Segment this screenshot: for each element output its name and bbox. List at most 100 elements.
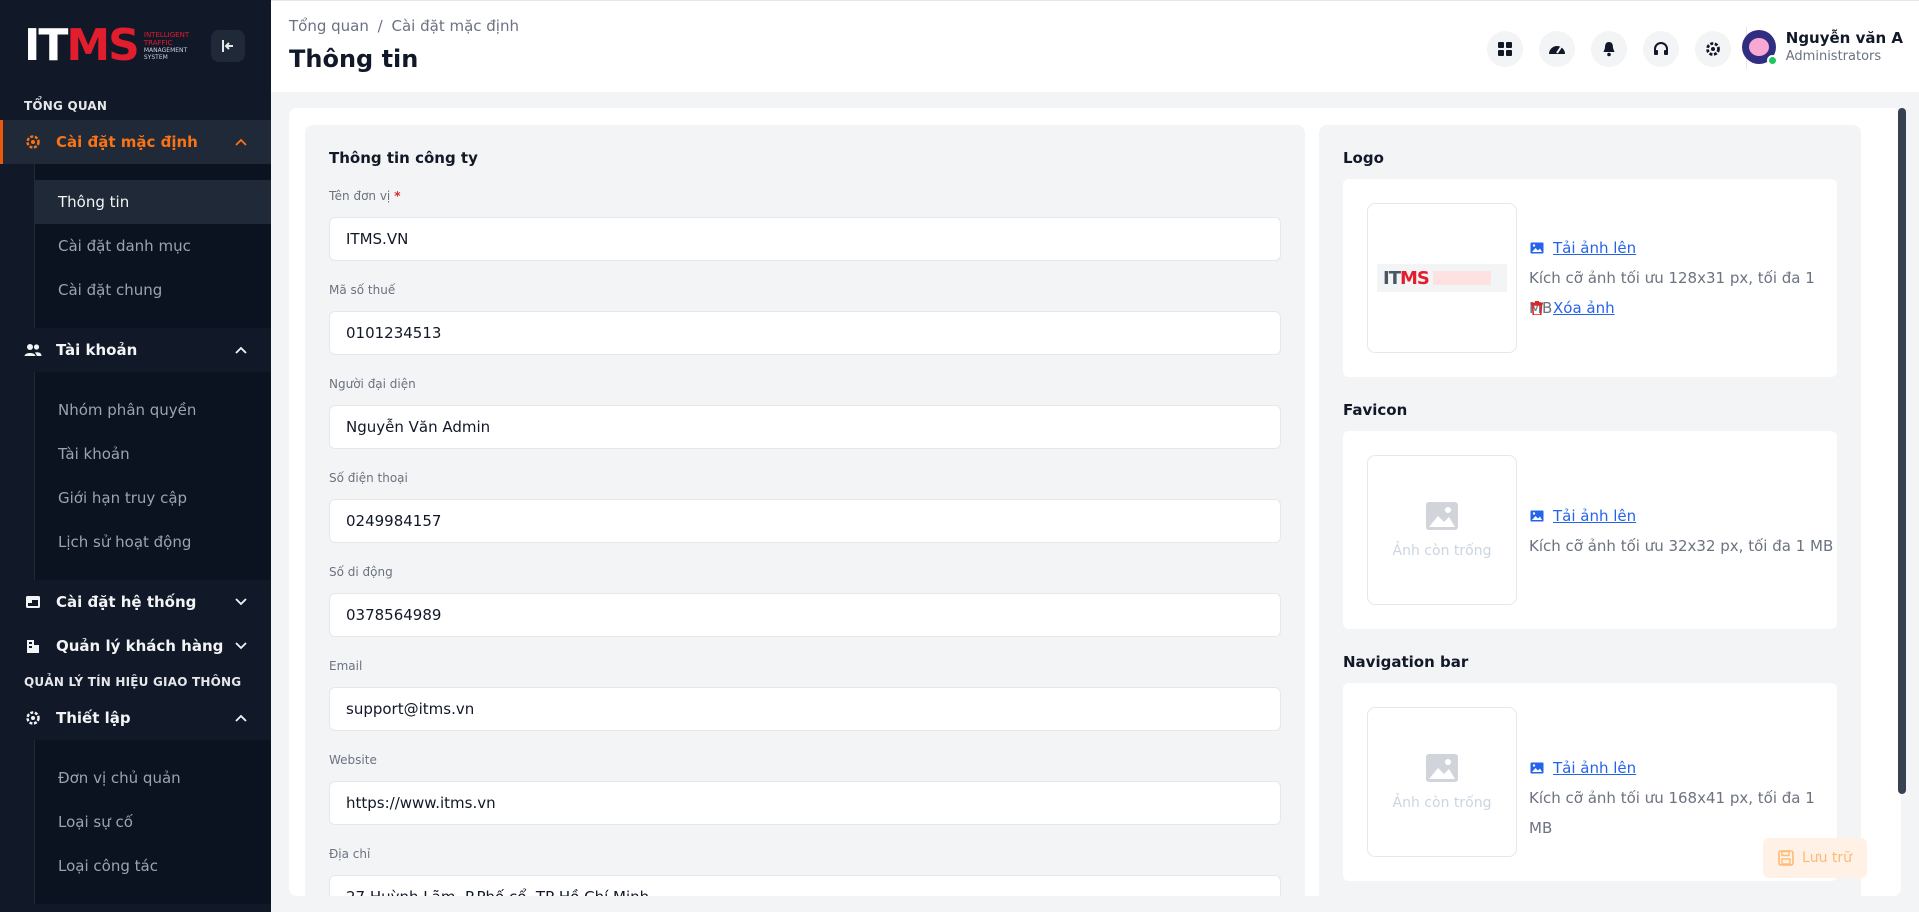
sidebar-item-category-settings[interactable]: Cài đặt danh mục [35,224,271,268]
sidebar-group-label: Thiết lập [56,709,131,727]
sidebar-item-info[interactable]: Thông tin [35,180,271,224]
sidebar-item-managing-unit[interactable]: Đơn vị chủ quản [35,756,271,800]
logo: ITMS INTELLIGENT TRAFFIC MANAGEMENT SYST… [0,0,271,92]
breadcrumb-home[interactable]: Tổng quan [289,17,369,35]
logo-mark: ITMS [24,20,140,71]
settings-button[interactable] [1695,31,1731,67]
section-traffic-title: QUẢN LÝ TÍN HIỆU GIAO THÔNG [24,675,242,689]
field-email: Email support@itms.vn [329,659,1281,731]
sidebar-group-system-settings[interactable]: Cài đặt hệ thống [0,580,271,624]
empty-image-label: Ảnh còn trống [1392,543,1492,559]
field-label: Tên đơn vị * [329,189,401,203]
favicon-upload-box: Ảnh còn trống Tải ảnh lên Kích cỡ ảnh tố… [1343,431,1837,629]
field-label: Số di động [329,565,393,579]
sidebar-submenu-account: Nhóm phân quyền Tài khoản Giới hạn truy … [34,372,271,580]
chevron-down-icon [235,642,247,650]
sidebar-item-accounts[interactable]: Tài khoản [35,432,271,476]
save-button-label: Lưu trữ [1801,850,1853,866]
avatar [1741,29,1778,66]
field-label: Email [329,659,363,673]
field-unit-name: Tên đơn vị * ITMS.VN [329,189,1281,261]
address-input[interactable]: 27 Huỳnh Lãm, P.Phố cổ, TP Hồ Chí Minh [329,875,1281,896]
chevron-up-icon [235,714,247,722]
logo-preview-image: IT MS [1377,264,1507,292]
logo-preview: IT MS [1367,203,1517,353]
chevron-up-icon [235,138,247,146]
image-placeholder-icon [1426,502,1458,530]
support-button[interactable] [1643,31,1679,67]
navbar-size-hint: Kích cỡ ảnh tối ưu 168x41 px, tối đa 1 M… [1529,789,1815,837]
breadcrumb-current: Cài đặt mặc định [391,17,520,35]
field-mobile: Số di động 0378564989 [329,565,1281,637]
field-label: Địa chỉ [329,847,371,861]
email-input[interactable]: support@itms.vn [329,687,1281,731]
sidebar-group-customers[interactable]: Quản lý khách hàng [0,624,271,668]
gear-icon [24,133,42,151]
sidebar-group-account[interactable]: Tài khoản [0,328,271,372]
navbar-preview: Ảnh còn trống [1367,707,1517,857]
favicon-upload-link[interactable]: Tải ảnh lên [1529,501,1833,531]
favicon-size-hint: Kích cỡ ảnh tối ưu 32x32 px, tối đa 1 MB [1529,537,1834,555]
field-website: Website https://www.itms.vn [329,753,1281,825]
favicon-section-title: Favicon [1343,401,1408,419]
apps-button[interactable] [1487,31,1523,67]
company-info-title: Thông tin công ty [329,149,478,167]
field-label: Số điện thoại [329,471,408,485]
field-tax-code: Mã số thuế 0101234513 [329,283,1281,355]
user-menu[interactable]: Nguyễn văn A Administrators [1741,29,1903,66]
website-input[interactable]: https://www.itms.vn [329,781,1281,825]
sidebar-item-task-type[interactable]: Loại công tác [35,844,271,888]
bell-icon [1603,42,1615,57]
user-role: Administrators [1785,49,1882,64]
collapse-sidebar-button[interactable] [211,30,245,62]
chevron-up-icon [235,346,247,354]
navbar-upload-link[interactable]: Tải ảnh lên [1529,753,1837,783]
top-header: Tổng quan / Cài đặt mặc định Thông tin N… [271,0,1919,92]
section-overview-title: TỔNG QUAN [24,99,108,113]
favicon-preview: Ảnh còn trống [1367,455,1517,605]
sidebar-item-role-groups[interactable]: Nhóm phân quyền [35,388,271,432]
gear-icon [24,709,42,727]
sidebar-group-setup[interactable]: Thiết lập [0,696,271,740]
phone-input[interactable]: 0249984157 [329,499,1281,543]
online-status-dot [1766,54,1778,66]
breadcrumb-separator: / [377,17,383,35]
notifications-button[interactable] [1591,31,1627,67]
branding-card: Logo IT MS Tải ảnh lên Kích cỡ ảnh tối ưu… [1319,125,1861,896]
sidebar-item-general-settings[interactable]: Cài đặt chung [35,268,271,312]
logo-size-hint: Kích cỡ ảnh tối ưu 128x31 px, tối đa 1 M… [1529,269,1815,317]
logo-delete-link[interactable]: Xóa ảnh [1529,293,1837,323]
sidebar-item-access-limit[interactable]: Giới hạn truy cập [35,476,271,520]
sidebar-item-incident-type[interactable]: Loại sự cố [35,800,271,844]
required-marker: * [394,189,401,203]
collapse-icon [222,40,233,52]
speedometer-icon [1549,46,1565,54]
company-info-card: Thông tin công ty Tên đơn vị * ITMS.VN Mã… [305,125,1305,896]
tax-code-input[interactable]: 0101234513 [329,311,1281,355]
sidebar-group-label: Quản lý khách hàng [56,637,224,655]
content-scrollbar[interactable] [1898,108,1906,794]
image-icon [1529,760,1545,776]
sidebar-group-default-settings[interactable]: Cài đặt mặc định [0,120,271,164]
save-button[interactable]: Lưu trữ [1763,838,1867,878]
sidebar-item-activity-log[interactable]: Lịch sử hoạt động [35,520,271,564]
navbar-actions: Tải ảnh lên Kích cỡ ảnh tối ưu 168x41 px… [1529,753,1837,837]
breadcrumb: Tổng quan / Cài đặt mặc định [289,17,519,35]
logo-tagline: INTELLIGENT TRAFFIC MANAGEMENT SYSTEM [143,31,190,61]
field-label: Mã số thuế [329,283,396,297]
image-icon [1529,240,1545,256]
logo-actions: Tải ảnh lên Kích cỡ ảnh tối ưu 128x31 px… [1529,233,1837,323]
logo-upload-box: IT MS Tải ảnh lên Kích cỡ ảnh tối ưu 128x… [1343,179,1837,377]
window-icon [24,593,42,611]
user-name: Nguyễn văn A [1785,29,1903,47]
mobile-input[interactable]: 0378564989 [329,593,1281,637]
save-icon [1778,850,1794,866]
dashboard-button[interactable] [1539,31,1575,67]
logo-upload-link[interactable]: Tải ảnh lên [1529,233,1837,263]
field-address: Địa chỉ 27 Huỳnh Lãm, P.Phố cổ, TP Hồ Ch… [329,847,1281,896]
users-icon [24,341,42,359]
favicon-actions: Tải ảnh lên Kích cỡ ảnh tối ưu 32x32 px,… [1529,501,1833,561]
field-phone: Số điện thoại 0249984157 [329,471,1281,543]
representative-input[interactable]: Nguyễn Văn Admin [329,405,1281,449]
unit-name-input[interactable]: ITMS.VN [329,217,1281,261]
